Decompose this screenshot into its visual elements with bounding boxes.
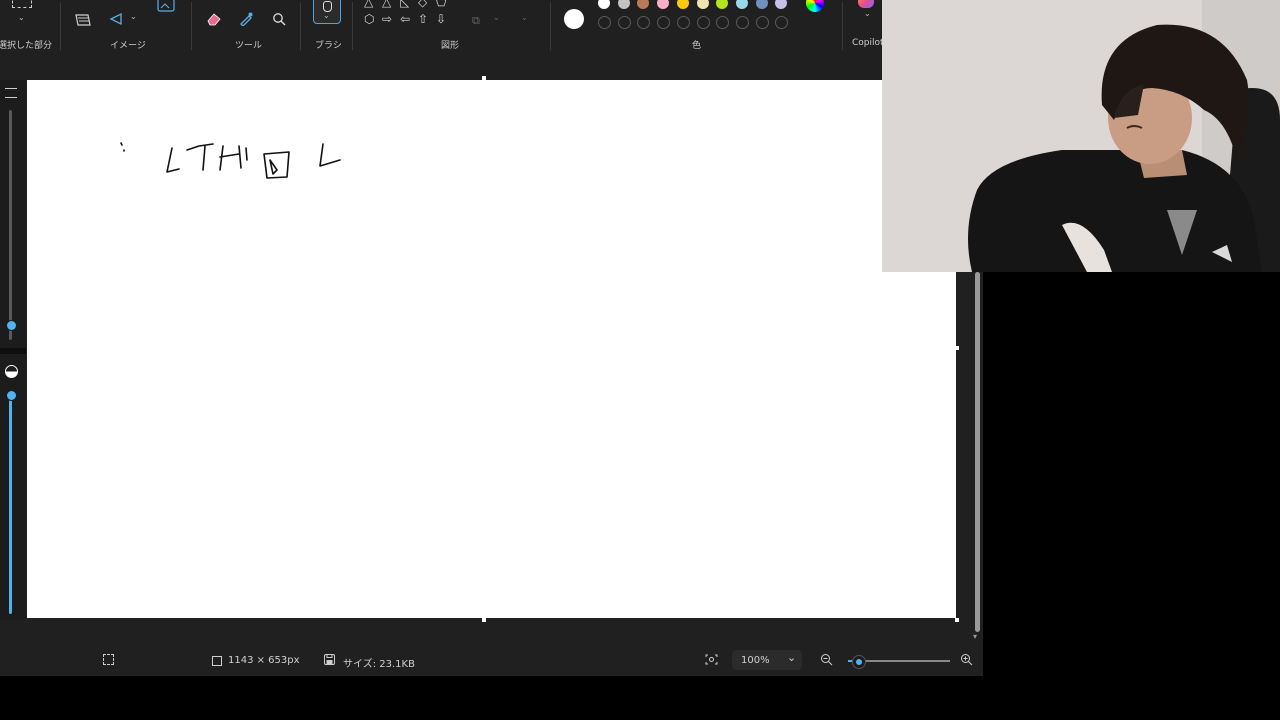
arrow-left-shape-icon[interactable]: ⇦ xyxy=(400,13,410,25)
opacity-slider-track[interactable] xyxy=(9,392,12,614)
custom-color-slot[interactable] xyxy=(696,16,710,29)
fit-to-window-icon[interactable] xyxy=(705,654,718,668)
arrow-up-shape-icon[interactable]: ⇧ xyxy=(418,13,428,25)
group-label-colors: 色 xyxy=(692,41,702,51)
custom-color-slot[interactable] xyxy=(637,16,651,29)
canvas-resize-handle-bottom[interactable] xyxy=(482,618,486,622)
color-swatch[interactable] xyxy=(637,0,650,9)
chevron-down-icon: ⌄ xyxy=(787,651,797,664)
eraser-icon[interactable] xyxy=(206,12,222,29)
select-all-icon[interactable] xyxy=(103,654,114,665)
rotate-icon[interactable] xyxy=(109,12,123,29)
group-label-brush: ブラシ xyxy=(315,41,342,51)
scroll-down-icon[interactable]: ▾ xyxy=(973,632,977,641)
divider xyxy=(300,2,301,50)
webcam-overlay xyxy=(882,0,1280,272)
zoom-out-icon[interactable] xyxy=(820,653,833,669)
chevron-down-icon[interactable]: ⌄ xyxy=(864,9,871,18)
custom-color-slot[interactable] xyxy=(716,16,730,29)
divider xyxy=(60,2,61,50)
panel-divider xyxy=(0,348,26,354)
drawing-canvas[interactable] xyxy=(27,80,956,618)
chevron-down-icon: ⌄ xyxy=(323,11,330,20)
group-label-shapes: 図形 xyxy=(441,41,460,51)
opacity-icon xyxy=(5,365,18,378)
custom-color-slot[interactable] xyxy=(735,16,749,29)
edit-colors-icon[interactable] xyxy=(806,0,824,12)
color-swatch[interactable] xyxy=(676,0,689,9)
chevron-down-icon[interactable]: ⌄ xyxy=(130,12,137,21)
chevron-down-icon[interactable]: ⌄ xyxy=(493,13,500,22)
ribbon: ⌄ 選択した部分 ⌄ イメージ ツール ⌄ ブラシ △ △ ◺ ◇ ⬠ ⬡ ⇨ … xyxy=(0,0,983,54)
group-label-copilot: Copilot xyxy=(852,38,884,48)
zoom-slider-knob[interactable] xyxy=(852,655,866,669)
brush-button[interactable]: ⌄ xyxy=(313,0,341,24)
custom-color-slot[interactable] xyxy=(657,16,671,29)
zoom-level: 100% xyxy=(741,655,770,666)
custom-color-slot[interactable] xyxy=(775,16,789,29)
opacity-slider-knob[interactable] xyxy=(6,390,17,401)
canvas-resize-handle-right[interactable] xyxy=(955,346,959,350)
custom-color-slot[interactable] xyxy=(676,16,690,29)
zoom-in-icon[interactable] xyxy=(960,653,973,669)
divider xyxy=(191,2,192,50)
arrow-right-shape-icon[interactable]: ⇨ xyxy=(382,13,392,25)
color-swatch[interactable] xyxy=(598,0,610,9)
triangle-shape-icon[interactable]: △ xyxy=(382,0,391,8)
chevron-down-icon[interactable]: ⌄ xyxy=(18,13,25,22)
divider xyxy=(550,2,551,50)
color-swatch[interactable] xyxy=(696,0,709,9)
canvas-size-icon xyxy=(212,656,222,666)
custom-color-slot[interactable] xyxy=(598,16,611,29)
magnifier-icon[interactable] xyxy=(272,12,286,29)
crop-icon[interactable] xyxy=(75,13,91,30)
divider xyxy=(352,2,353,50)
divider xyxy=(842,2,843,50)
canvas-resize-handle-corner[interactable] xyxy=(955,618,959,622)
group-label-image: イメージ xyxy=(110,41,146,51)
chevron-down-icon[interactable]: ⌄ xyxy=(521,13,528,22)
size-slider-track[interactable] xyxy=(9,110,12,340)
diamond-shape-icon[interactable]: ◇ xyxy=(418,0,427,8)
image-generate-icon[interactable] xyxy=(157,0,175,15)
custom-color-slot[interactable] xyxy=(755,16,769,29)
arrow-down-shape-icon[interactable]: ⇩ xyxy=(436,13,446,25)
right-triangle-shape-icon[interactable]: ◺ xyxy=(400,0,409,8)
color-picker-icon[interactable] xyxy=(239,12,253,29)
color-swatch[interactable] xyxy=(716,0,729,9)
color-swatch[interactable] xyxy=(617,0,630,9)
color-swatch[interactable] xyxy=(755,0,768,9)
status-bar: 1143 × 653px サイズ: 23.1KB 100% ⌄ xyxy=(0,648,983,674)
size-slider-knob[interactable] xyxy=(6,320,17,331)
copilot-icon[interactable] xyxy=(858,0,874,8)
canvas-strokes xyxy=(120,142,341,179)
color-swatch[interactable] xyxy=(657,0,670,9)
current-color-swatch[interactable] xyxy=(564,9,584,29)
hexagon-shape-icon[interactable]: ⬡ xyxy=(364,13,374,25)
group-label-selection: 選択した部分 xyxy=(0,41,53,51)
canvas-dimensions: 1143 × 653px xyxy=(228,655,300,666)
pentagon-shape-icon[interactable]: ⬠ xyxy=(436,0,446,8)
shape-outline-icon[interactable]: ⧉ xyxy=(472,14,480,27)
file-size: サイズ: 23.1KB xyxy=(343,659,415,670)
triangle-shape-icon[interactable]: △ xyxy=(364,0,373,8)
custom-color-slot[interactable] xyxy=(617,16,631,29)
zoom-level-dropdown[interactable]: 100% ⌄ xyxy=(732,650,802,670)
group-label-tools: ツール xyxy=(235,41,263,51)
paint-app: ⌄ 選択した部分 ⌄ イメージ ツール ⌄ ブラシ △ △ ◺ ◇ ⬠ ⬡ ⇨ … xyxy=(0,0,983,676)
vertical-scrollbar[interactable] xyxy=(975,272,980,632)
webcam-feed xyxy=(882,0,1280,272)
selection-icon[interactable] xyxy=(12,0,32,8)
color-swatch[interactable] xyxy=(735,0,748,9)
layers-icon[interactable] xyxy=(5,88,17,98)
color-swatch[interactable] xyxy=(775,0,788,9)
save-icon xyxy=(324,654,335,668)
brush-settings-panel xyxy=(0,80,26,620)
